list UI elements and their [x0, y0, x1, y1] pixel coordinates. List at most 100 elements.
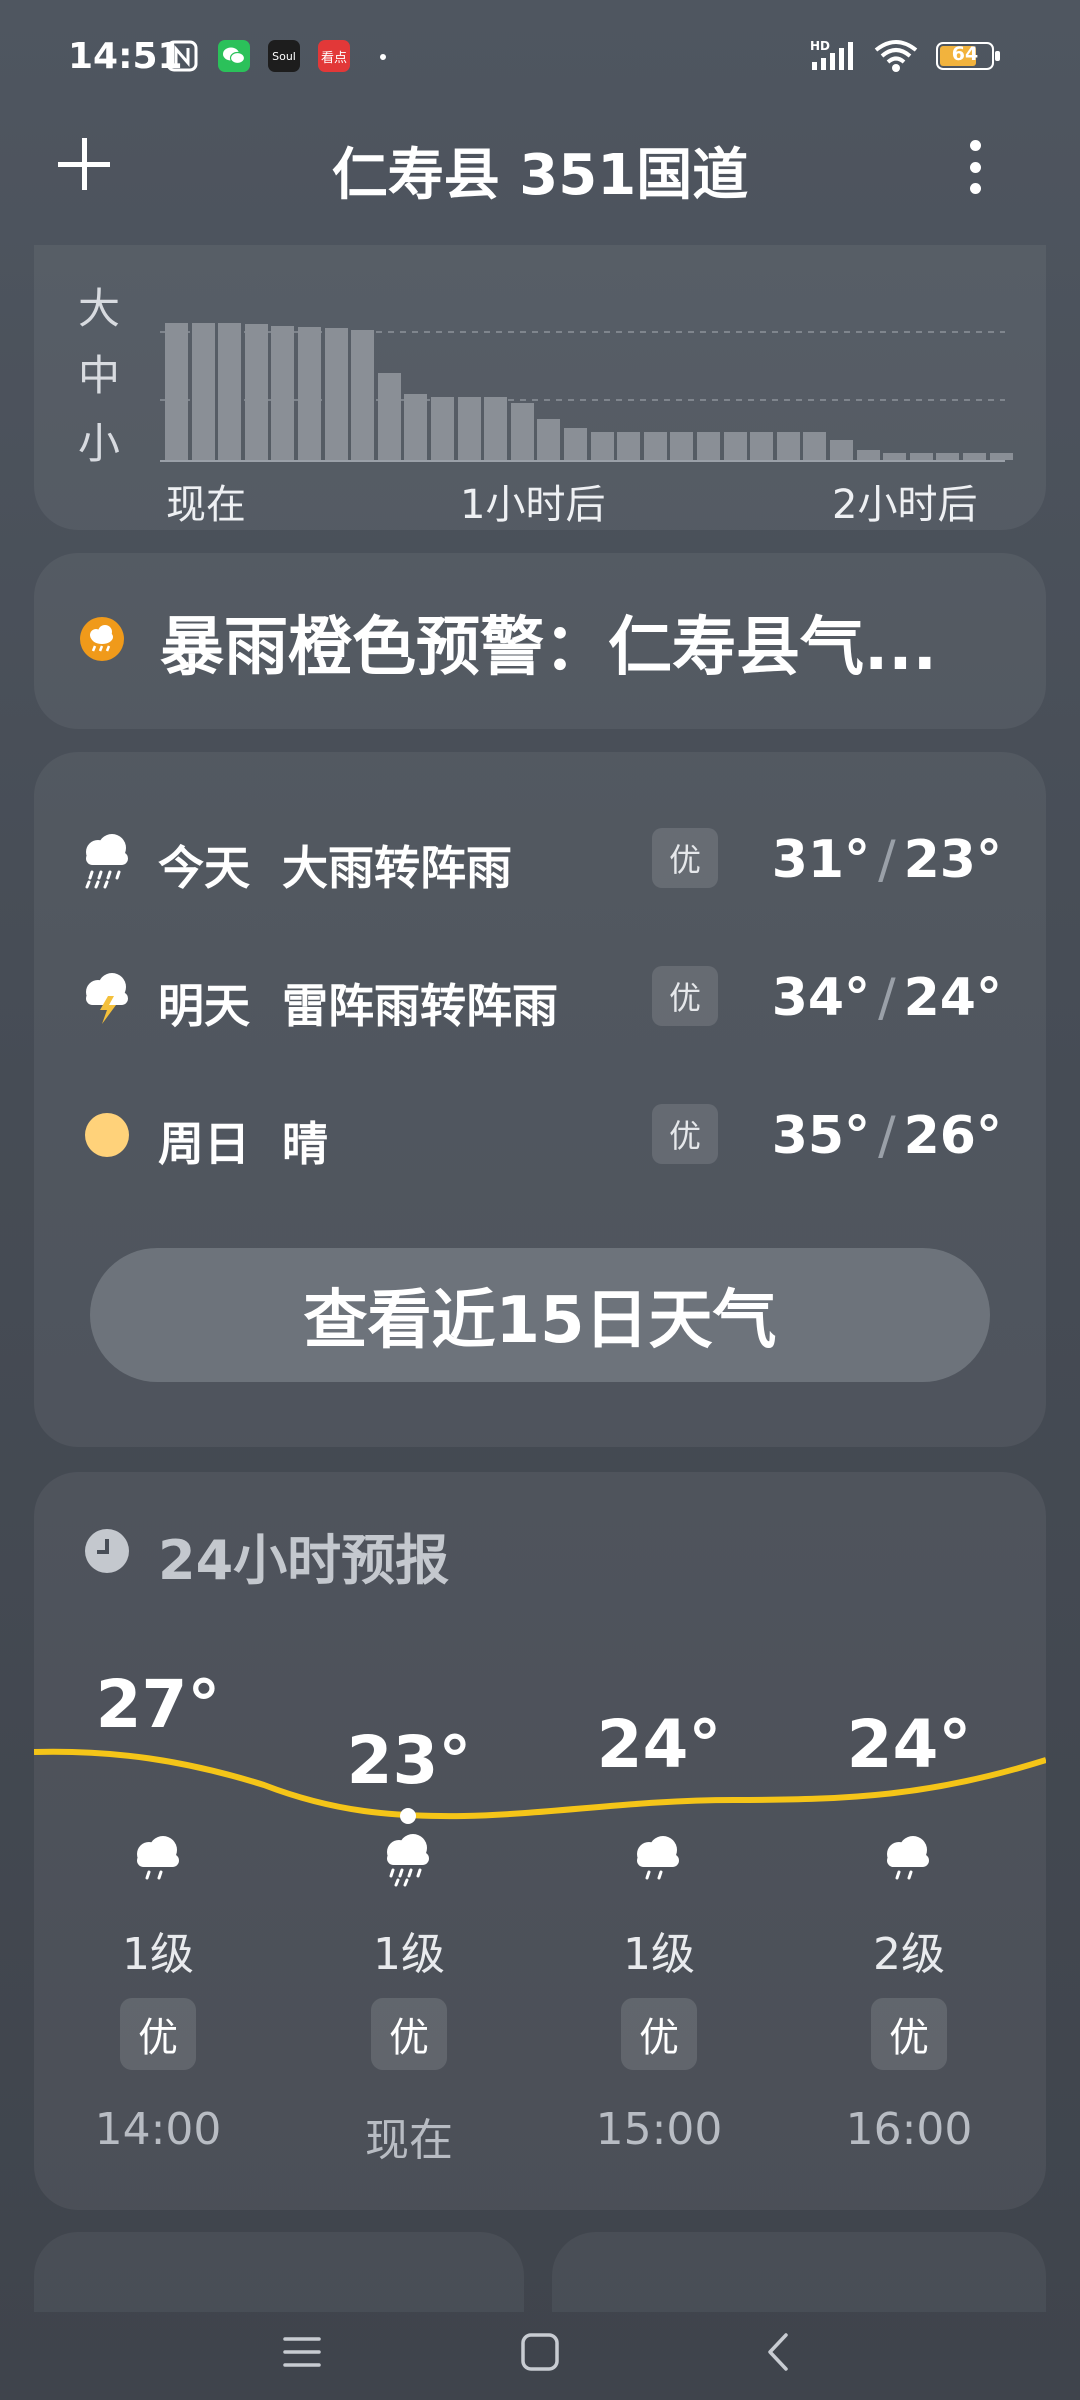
hour-column: 27° — [58, 1666, 258, 1743]
precip-bar — [777, 432, 800, 460]
precip-bar — [404, 394, 427, 460]
precip-bar — [564, 428, 587, 460]
precip-bars — [165, 320, 1013, 460]
precip-bar — [458, 397, 481, 460]
precip-time-2h: 2小时后 — [832, 482, 978, 528]
rainstorm-warning-icon — [79, 616, 125, 666]
precip-level-light: 小 — [78, 419, 121, 468]
aqi-chip: 优 — [652, 1104, 718, 1164]
daily-temps: 34°/24° — [771, 968, 1002, 1028]
rain-icon — [631, 1834, 685, 1886]
hour-aqi: 优 — [621, 1998, 697, 2070]
rain-icon — [881, 1834, 935, 1886]
hour-time: 16:00 — [845, 2104, 973, 2155]
hour-aqi: 优 — [120, 1998, 196, 2070]
hour-wind: 1级 — [122, 1929, 194, 1980]
precip-bar — [431, 397, 454, 460]
precip-time-1h: 1小时后 — [460, 482, 606, 528]
soul-icon: Soul — [268, 40, 300, 72]
kandian-icon: 看点 — [318, 40, 350, 72]
heavy-rain-icon — [381, 1832, 435, 1892]
hour-wind: 1级 — [623, 1929, 695, 1980]
more-options-button[interactable] — [968, 140, 982, 194]
aqi-chip: 优 — [652, 966, 718, 1026]
hour-time: 15:00 — [595, 2104, 723, 2155]
hour-column: 23° — [309, 1722, 509, 1799]
hour-temp: 23° — [346, 1722, 472, 1799]
thunder-shower-icon — [80, 970, 134, 1030]
hour-time: 14:00 — [94, 2104, 222, 2155]
hour-column: 24° — [559, 1706, 759, 1783]
wifi-icon — [872, 38, 920, 78]
precip-bar — [192, 323, 215, 460]
system-nav-bar — [0, 2290, 1080, 2400]
hour-aqi-wrap: 优 — [309, 1998, 509, 2070]
precip-bar — [670, 432, 693, 460]
hour-aqi: 优 — [371, 1998, 447, 2070]
nfc-icon — [166, 40, 198, 72]
precip-bar — [591, 432, 614, 460]
daily-label: 今天 大雨转阵雨 — [158, 841, 513, 895]
daily-temps: 31°/23° — [771, 830, 1002, 890]
hour-aqi-wrap: 优 — [559, 1998, 759, 2070]
clock-icon — [84, 1528, 130, 1578]
precip-bar — [245, 324, 268, 460]
back-nav-button[interactable] — [764, 2332, 792, 2376]
precip-bar — [750, 432, 773, 460]
precip-bar — [298, 327, 321, 460]
hour-temp: 27° — [95, 1666, 221, 1743]
precip-bar — [165, 323, 188, 460]
hour-wind: 2级 — [873, 1929, 945, 1980]
hour-aqi: 优 — [871, 1998, 947, 2070]
view-15-day-button[interactable]: 查看近15日天气 — [90, 1248, 990, 1382]
notification-dot — [380, 54, 386, 60]
precip-level-medium: 中 — [78, 351, 121, 400]
daily-row-sunday[interactable]: 周日 晴 优 35°/26° — [80, 1102, 1010, 1172]
precip-bar — [484, 397, 507, 460]
precip-bar — [351, 330, 374, 460]
precip-bar — [378, 373, 401, 460]
home-nav-button[interactable] — [520, 2332, 560, 2376]
precip-bar — [537, 419, 560, 460]
precip-bar — [830, 440, 853, 460]
daily-label: 明天 雷阵雨转阵雨 — [158, 979, 559, 1033]
page-title: 仁寿县 351国道 — [331, 143, 749, 208]
precip-bar — [271, 326, 294, 460]
battery-icon: 64 — [936, 42, 1002, 72]
hour-column: 24° — [809, 1706, 1009, 1783]
hour-wind: 1级 — [373, 1929, 445, 1980]
daily-row-tomorrow[interactable]: 明天 雷阵雨转阵雨 优 34°/24° — [80, 964, 1010, 1034]
precip-bar — [218, 323, 241, 460]
precip-time-now: 现在 — [166, 482, 246, 528]
precip-level-heavy: 大 — [78, 284, 121, 333]
precip-bar — [883, 453, 906, 460]
precip-bar — [617, 432, 640, 460]
hour-temp: 24° — [596, 1706, 722, 1783]
battery-level: 64 — [951, 43, 979, 65]
aqi-chip: 优 — [652, 828, 718, 888]
daily-row-today[interactable]: 今天 大雨转阵雨 优 31°/23° — [80, 826, 1010, 896]
hour-time: 现在 — [365, 2115, 453, 2166]
precip-bar — [325, 328, 348, 460]
svg-text:HD: HD — [810, 39, 830, 53]
precip-bar — [963, 453, 986, 460]
menu-nav-button[interactable] — [282, 2334, 322, 2374]
precip-bar — [803, 432, 826, 460]
signal-icon: HD — [810, 38, 866, 78]
hourly-title: 24小时预报 — [158, 1529, 450, 1592]
precip-bar — [697, 432, 720, 460]
precip-bar — [724, 432, 747, 460]
warning-text: 暴雨橙色预警：仁寿县气... — [160, 611, 937, 685]
hour-temp: 24° — [846, 1706, 972, 1783]
precip-bar — [990, 453, 1013, 460]
precip-bar — [644, 432, 667, 460]
wechat-icon — [218, 40, 250, 72]
precip-bar — [857, 450, 880, 460]
precip-bar — [936, 453, 959, 460]
hour-aqi-wrap: 优 — [809, 1998, 1009, 2070]
heavy-rain-icon — [80, 832, 134, 894]
daily-temps: 35°/26° — [771, 1106, 1002, 1166]
rain-icon — [131, 1834, 185, 1886]
daily-label: 周日 晴 — [158, 1117, 329, 1171]
precip-bar — [910, 453, 933, 460]
